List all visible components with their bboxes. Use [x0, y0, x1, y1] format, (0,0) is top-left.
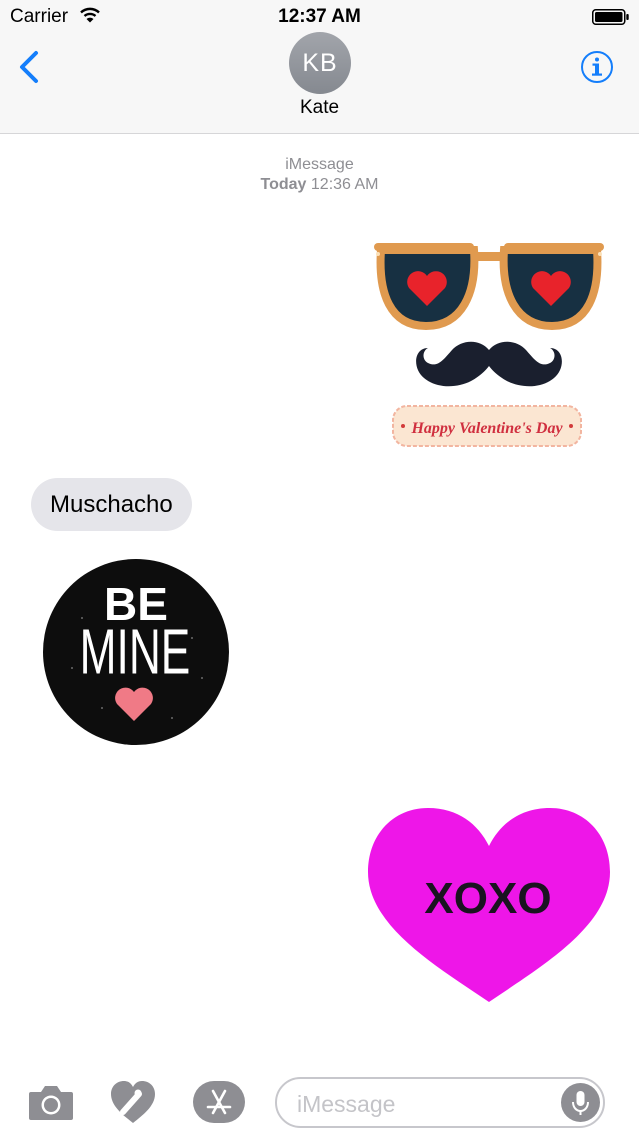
message-input[interactable] [295, 1087, 559, 1121]
mustache [416, 341, 562, 387]
glasses-mustache-sticker[interactable]: Happy Valentine's Day [366, 238, 612, 463]
valentine-text: Happy Valentine's Day [410, 420, 563, 437]
mine-text: MINE [80, 616, 191, 688]
digital-touch-icon[interactable] [109, 1080, 157, 1124]
status-time: 12:37 AM [278, 6, 361, 27]
contact-name[interactable]: Kate [0, 97, 639, 119]
battery-icon [592, 9, 629, 25]
be-mine-sticker[interactable]: BE MINE [42, 558, 232, 748]
incoming-message-bubble[interactable]: Muschacho [31, 478, 192, 531]
microphone-button[interactable] [561, 1083, 600, 1122]
status-bar: Carrier 12:37 AM [0, 0, 639, 34]
camera-icon[interactable] [28, 1083, 74, 1121]
date-label: Today [260, 176, 307, 193]
time-label: 12:36 AM [310, 176, 379, 193]
message-compose-field[interactable] [275, 1077, 605, 1128]
avatar[interactable]: KB [289, 32, 351, 94]
xoxo-text: XOXO [424, 874, 551, 923]
info-icon[interactable] [580, 50, 614, 84]
date-time-label: Today 12:36 AM [0, 175, 639, 195]
app-store-icon[interactable] [192, 1080, 246, 1124]
back-chevron-icon[interactable] [16, 50, 44, 84]
xoxo-heart-sticker[interactable]: XOXO [366, 806, 614, 1006]
thread-timestamp: iMessage Today 12:36 AM [0, 155, 639, 195]
service-label: iMessage [285, 156, 354, 173]
microphone-icon [572, 1091, 589, 1115]
